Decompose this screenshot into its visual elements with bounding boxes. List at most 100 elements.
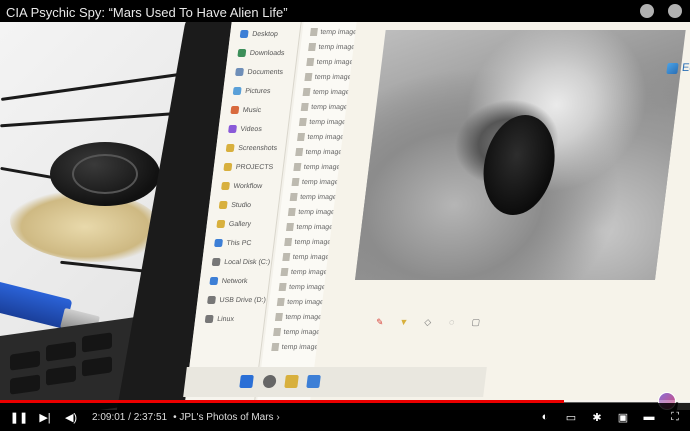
theater-button[interactable]: ▬ <box>642 410 656 424</box>
folder-icon <box>209 277 219 285</box>
file-row[interactable]: temp image <box>298 118 347 126</box>
sidebar-item[interactable]: This PC <box>214 239 252 247</box>
video-title[interactable]: CIA Psychic Spy: “Mars Used To Have Alie… <box>6 5 288 20</box>
sidebar-item-label: USB Drive (D:) <box>219 296 267 304</box>
folder-icon <box>211 258 221 266</box>
image-file-icon <box>282 253 291 261</box>
sidebar-item-label: Pictures <box>244 87 271 95</box>
file-row[interactable]: temp image <box>291 178 340 186</box>
folder-icon <box>218 201 228 209</box>
sidebar-item[interactable]: Linux <box>204 315 235 323</box>
file-row[interactable]: temp image <box>289 193 338 201</box>
share-icon[interactable] <box>668 4 682 18</box>
dark-rock <box>477 115 561 215</box>
sidebar-item[interactable]: USB Drive (D:) <box>207 296 266 304</box>
sidebar-item-label: This PC <box>226 239 252 247</box>
file-row[interactable]: temp image <box>282 253 330 261</box>
photo-viewer: Edit in P ✎ ▼ ◇ ◌ ▢ <box>310 22 690 402</box>
image-file-icon <box>309 28 318 36</box>
sidebar-item[interactable]: Workflow <box>221 182 263 190</box>
file-name: temp image <box>308 118 347 126</box>
file-name: temp image <box>294 238 332 246</box>
subtitles-button[interactable]: ▭ <box>564 410 578 424</box>
sidebar-item[interactable]: Screenshots <box>225 144 278 152</box>
key <box>82 356 112 377</box>
key <box>10 350 40 371</box>
miniplayer-button[interactable]: ▣ <box>616 410 630 424</box>
sidebar-item-label: Downloads <box>249 49 285 57</box>
duration: 2:37:51 <box>133 411 168 423</box>
fullscreen-button[interactable]: ⛶ <box>668 410 682 424</box>
file-row[interactable]: temp image <box>297 133 345 141</box>
file-row[interactable]: temp image <box>302 88 351 96</box>
viewer-toolbar: ✎ ▼ ◇ ◌ ▢ <box>374 317 481 327</box>
folder-icon <box>204 315 214 323</box>
next-button[interactable]: ▶| <box>38 410 52 424</box>
file-row[interactable]: temp image <box>287 208 336 216</box>
sidebar-item[interactable]: Downloads <box>237 49 285 57</box>
favorite-icon[interactable]: ▼ <box>398 317 409 327</box>
file-name: temp image <box>292 253 330 261</box>
settings-gear-icon[interactable]: ✱ <box>590 410 604 424</box>
sidebar-item[interactable]: Gallery <box>216 220 251 228</box>
key <box>10 374 40 395</box>
image-file-icon <box>304 73 313 81</box>
volume-button[interactable]: ◀) <box>64 410 78 424</box>
sidebar-item-label: Music <box>242 106 262 114</box>
file-row[interactable]: temp image <box>309 28 358 36</box>
file-row[interactable]: temp image <box>284 238 332 246</box>
sidebar-item[interactable]: Desktop <box>239 30 279 38</box>
sidebar-item[interactable]: Videos <box>228 125 262 133</box>
autoplay-toggle[interactable]: ◐ <box>538 410 552 424</box>
key <box>82 332 112 353</box>
file-row[interactable]: temp image <box>306 58 354 66</box>
rotate-icon[interactable]: ✎ <box>374 317 385 327</box>
chapter-title[interactable]: • JPL's Photos of Mars › <box>173 412 280 423</box>
delete-icon[interactable]: ◌ <box>446 317 457 327</box>
start-icon[interactable] <box>239 375 254 388</box>
sidebar-item-label: Screenshots <box>237 144 278 152</box>
file-explorer-icon[interactable] <box>284 375 299 388</box>
file-row[interactable]: temp image <box>295 148 343 156</box>
watch-later-icon[interactable] <box>640 4 654 18</box>
file-row[interactable]: temp image <box>304 73 352 81</box>
sidebar-item[interactable]: Music <box>230 106 262 114</box>
sidebar-item[interactable]: Local Disk (C:) <box>211 258 271 266</box>
sidebar-item[interactable]: Studio <box>218 201 252 209</box>
image-file-icon <box>302 88 311 96</box>
file-row[interactable]: temp image <box>278 283 327 291</box>
image-file-icon <box>273 328 282 336</box>
edit-button[interactable]: Edit in P <box>666 62 690 74</box>
file-name: temp image <box>307 133 345 141</box>
player-controls: ❚❚ ▶| ◀) 2:09:01 / 2:37:51 • JPL's Photo… <box>0 403 690 431</box>
image-file-icon <box>285 223 294 231</box>
file-row[interactable]: temp image <box>308 43 356 51</box>
file-name: temp image <box>296 223 334 231</box>
charger-ring <box>72 154 138 194</box>
sidebar-item[interactable]: Network <box>209 277 248 285</box>
right-controls: ◐ ▭ ✱ ▣ ▬ ⛶ <box>538 410 682 424</box>
folder-icon <box>207 296 217 304</box>
sidebar-item-label: Videos <box>240 125 263 133</box>
file-row[interactable]: temp image <box>285 223 334 231</box>
file-row[interactable]: temp image <box>280 268 328 276</box>
sidebar-item[interactable]: Pictures <box>232 87 271 95</box>
sidebar-item[interactable]: Documents <box>235 68 283 76</box>
file-name: temp image <box>316 58 354 66</box>
sidebar-item-label: Desktop <box>251 30 279 38</box>
key <box>46 341 76 362</box>
file-row[interactable]: temp image <box>293 163 341 171</box>
current-time: 2:09:01 <box>92 411 126 423</box>
crop-icon[interactable]: ◇ <box>422 317 433 327</box>
info-icon[interactable]: ▢ <box>470 317 481 327</box>
folder-icon <box>221 182 231 190</box>
search-icon[interactable] <box>262 375 277 388</box>
file-name: temp image <box>301 178 339 186</box>
sidebar-item[interactable]: PROJECTS <box>223 163 274 171</box>
windows-taskbar <box>183 367 487 397</box>
video-frame[interactable]: Desktop Downloads Documents Pictures Music Vi… <box>0 22 690 410</box>
file-name: temp image <box>310 103 349 111</box>
pause-button[interactable]: ❚❚ <box>10 410 28 424</box>
file-row[interactable]: temp image <box>300 103 349 111</box>
photos-app-icon[interactable] <box>306 375 321 388</box>
